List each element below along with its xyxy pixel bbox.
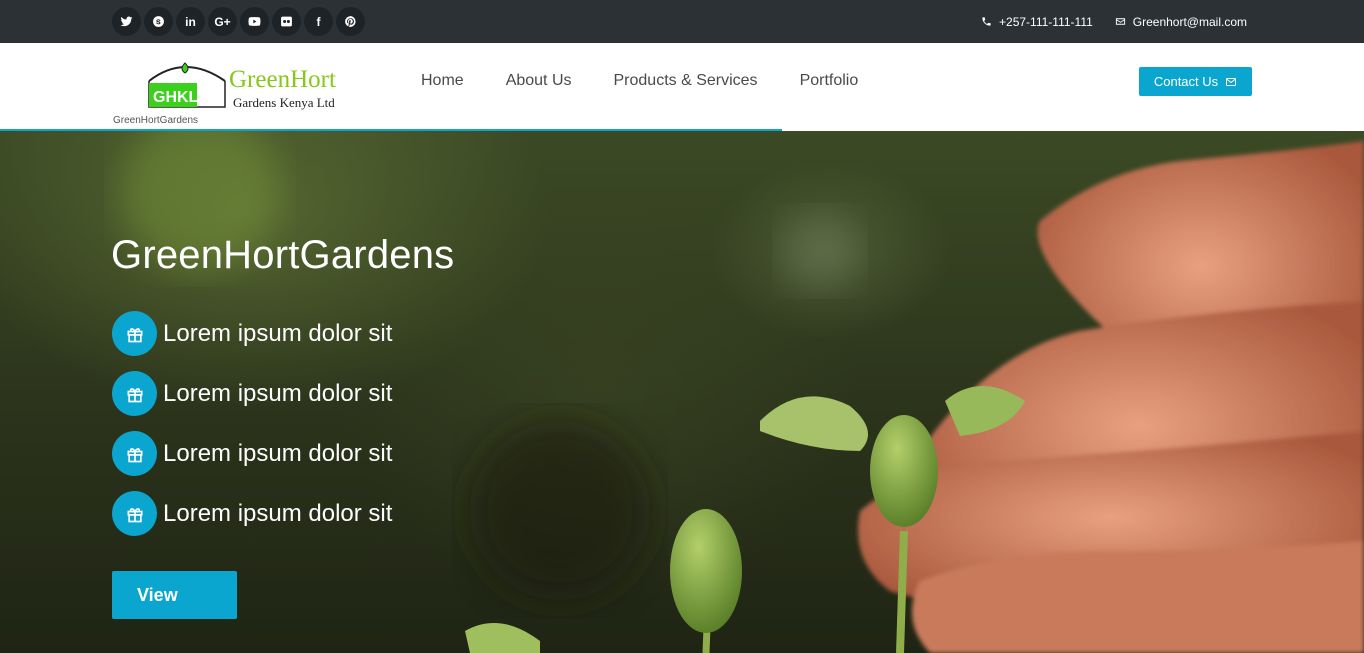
logo-caption: GreenHortGardens bbox=[113, 115, 199, 126]
gift-icon bbox=[112, 371, 157, 416]
logo-title: GreenHort bbox=[229, 66, 336, 93]
view-button[interactable]: View bbox=[112, 571, 237, 619]
pinterest-icon[interactable] bbox=[336, 7, 365, 36]
twitter-icon[interactable] bbox=[112, 7, 141, 36]
contact-info: +257-111-111-111 Greenhort@mail.com bbox=[981, 0, 1247, 43]
logo-subtitle: Gardens Kenya Ltd bbox=[233, 95, 335, 110]
skype-icon[interactable] bbox=[144, 7, 173, 36]
linkedin-icon[interactable]: in bbox=[176, 7, 205, 36]
list-item: Lorem ipsum dolor sit bbox=[112, 311, 392, 356]
main-nav: Home About Us Products & Services Portfo… bbox=[421, 43, 858, 119]
feature-text: Lorem ipsum dolor sit bbox=[163, 439, 393, 467]
social-links: in G+ f bbox=[112, 7, 365, 36]
google-plus-icon[interactable]: G+ bbox=[208, 7, 237, 36]
feature-list: Lorem ipsum dolor sit Lorem ipsum dolor … bbox=[112, 311, 392, 551]
gift-icon bbox=[112, 311, 157, 356]
google-plus-glyph: G+ bbox=[214, 14, 231, 29]
hero-section: GreenHortGardens Lorem ipsum dolor sit L… bbox=[0, 131, 1364, 653]
facebook-glyph: f bbox=[316, 14, 321, 29]
top-bar: in G+ f +257-111-111-111 Greenhort@mail.… bbox=[0, 0, 1364, 43]
phone-icon bbox=[982, 17, 991, 26]
email-address: Greenhort@mail.com bbox=[1132, 14, 1247, 29]
linkedin-glyph: in bbox=[185, 14, 196, 29]
nav-item-home[interactable]: Home bbox=[421, 72, 464, 90]
gift-icon bbox=[112, 431, 157, 476]
site-logo[interactable]: GHKL GreenHort Gardens Kenya Ltd bbox=[113, 55, 375, 111]
hero-title: GreenHortGardens bbox=[111, 233, 455, 277]
list-item: Lorem ipsum dolor sit bbox=[112, 491, 392, 536]
main-header: GHKL GreenHort Gardens Kenya Ltd GreenHo… bbox=[0, 43, 1364, 131]
contact-us-button[interactable]: Contact Us bbox=[1139, 67, 1252, 96]
feature-text: Lorem ipsum dolor sit bbox=[163, 499, 393, 527]
youtube-icon[interactable] bbox=[240, 7, 269, 36]
gift-icon bbox=[112, 491, 157, 536]
contact-us-label: Contact Us bbox=[1153, 74, 1219, 89]
list-item: Lorem ipsum dolor sit bbox=[112, 371, 392, 416]
logo-badge: GHKL bbox=[153, 89, 199, 106]
envelope-icon bbox=[1226, 77, 1237, 86]
logo-graphic: GHKL GreenHort Gardens Kenya Ltd bbox=[148, 62, 336, 110]
email-contact[interactable]: Greenhort@mail.com bbox=[1115, 15, 1247, 29]
nav-item-portfolio[interactable]: Portfolio bbox=[800, 72, 859, 90]
phone-contact[interactable]: +257-111-111-111 bbox=[981, 15, 1093, 29]
flickr-icon[interactable] bbox=[272, 7, 301, 36]
list-item: Lorem ipsum dolor sit bbox=[112, 431, 392, 476]
feature-text: Lorem ipsum dolor sit bbox=[163, 319, 393, 347]
nav-item-about-us[interactable]: About Us bbox=[506, 72, 572, 90]
nav-item-products-services[interactable]: Products & Services bbox=[614, 72, 758, 90]
phone-number: +257-111-111-111 bbox=[999, 14, 1093, 29]
feature-text: Lorem ipsum dolor sit bbox=[163, 379, 393, 407]
facebook-icon[interactable]: f bbox=[304, 7, 333, 36]
envelope-icon bbox=[1115, 18, 1125, 25]
